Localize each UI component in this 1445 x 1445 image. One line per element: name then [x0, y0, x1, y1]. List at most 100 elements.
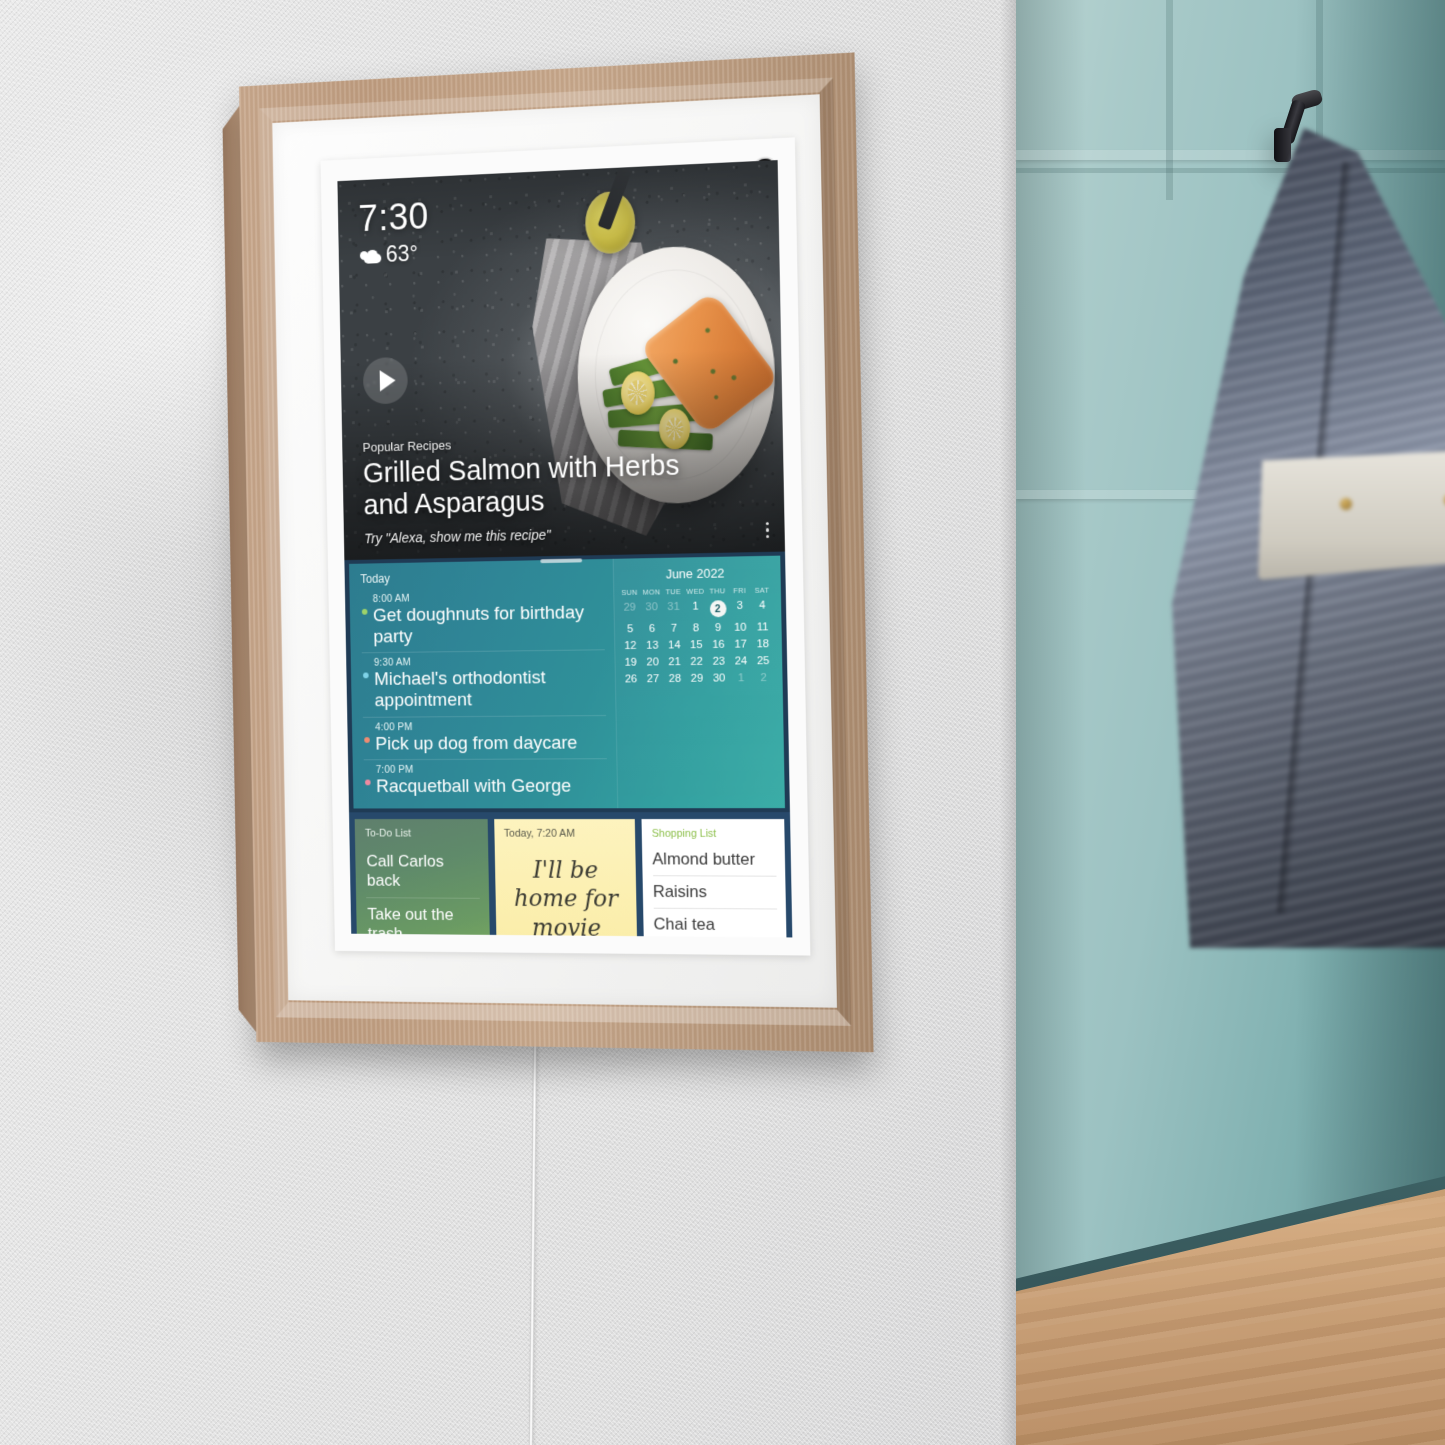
denim-jacket [1172, 128, 1445, 948]
calendar-dow: SAT [754, 585, 770, 595]
calendar-day[interactable]: 27 [642, 673, 664, 685]
calendar-day[interactable]: 22 [686, 656, 708, 668]
calendar-day-number: 11 [756, 621, 769, 634]
todo-list-widget[interactable]: To-Do List Call Carlos back Take out the … [354, 819, 492, 938]
agenda-event[interactable]: 8:00 AM Get doughnuts for birthday party [360, 585, 606, 654]
calendar-day-number: 5 [626, 623, 634, 636]
partly-cloudy-icon [359, 247, 382, 264]
alexa-tip: Try "Alexa, show me this recipe" [364, 526, 551, 547]
calendar-day[interactable]: 9 [707, 622, 729, 634]
event-time: 4:00 PM [374, 721, 413, 733]
calendar-day[interactable]: 31 [662, 601, 684, 618]
agenda-panel-wrapper: Today 8:00 AM Get doughnuts for birthday … [344, 551, 790, 813]
calendar-dow: WED [686, 586, 705, 597]
shopping-item[interactable]: Raisins [652, 876, 778, 910]
calendar-day[interactable]: 18 [752, 638, 775, 650]
calendar-day[interactable]: 29 [686, 673, 708, 685]
note-body: I'll be home for movie night [513, 856, 619, 938]
calendar-day-number: 15 [690, 639, 703, 652]
calendar-day[interactable]: 15 [685, 639, 707, 651]
calendar-dow: TUE [665, 587, 682, 597]
agenda-event[interactable]: 9:30 AM Michael's orthodontist appointmen… [361, 650, 607, 718]
calendar-day[interactable]: 2 [752, 672, 775, 684]
calendar-day[interactable]: 26 [620, 674, 642, 686]
calendar-dow: THU [709, 586, 726, 596]
calendar-day-number: 14 [668, 639, 681, 652]
calendar-day-number: 24 [734, 655, 748, 668]
event-dot [364, 736, 370, 743]
calendar-day[interactable]: 13 [641, 640, 663, 652]
calendar-day[interactable]: 14 [663, 639, 685, 652]
calendar-title: June 2022 [665, 565, 725, 582]
agenda-event[interactable]: 7:00 PM Racquetball with George [364, 760, 608, 803]
calendar-day-number: 7 [670, 622, 678, 635]
calendar-day[interactable]: 10 [729, 622, 751, 634]
shopping-list-widget[interactable]: Shopping List Almond butter Raisins Chai t… [641, 819, 788, 938]
calendar-day-number: 29 [690, 672, 704, 685]
display-screen[interactable]: 7:30 63° Popular Recipes Grilled Salmon … [337, 160, 793, 938]
event-dot [364, 779, 371, 786]
agenda-calendar-widget[interactable]: Today 8:00 AM Get doughnuts for birthday … [349, 555, 785, 809]
calendar-day[interactable]: 23 [708, 656, 730, 668]
drag-handle[interactable] [540, 558, 583, 564]
calendar-day[interactable]: 24 [730, 655, 752, 668]
calendar-day[interactable]: 21 [664, 656, 686, 668]
calendar-day[interactable]: 20 [642, 657, 664, 669]
calendar-dow: SUN [621, 587, 638, 598]
calendar-day[interactable]: 19 [620, 657, 642, 669]
note-timestamp: Today, 7:20 AM [503, 827, 576, 840]
calendar-grid[interactable]: SUN MON TUE WED THU FRI SAT 29 30 31 1 2 3 4 5 6 7 8 9 10 11… [618, 586, 774, 686]
calendar-day-number: 1 [738, 672, 745, 685]
jacket-pocket [1258, 450, 1445, 580]
calendar-day-number: 16 [712, 638, 725, 652]
calendar-widget[interactable]: June 2022 SUN MON TUE WED THU FRI SAT 29 30 31 1 2 3… [613, 555, 785, 809]
calendar-day[interactable]: 29 [619, 602, 641, 619]
event-title: Get doughnuts for birthday party [372, 602, 585, 648]
calendar-day[interactable]: 8 [685, 622, 707, 635]
agenda-label: Today [360, 571, 391, 586]
todo-list-label: To-Do List [364, 827, 411, 840]
agenda-event[interactable]: 4:00 PM Pick up dog from daycare [362, 715, 608, 761]
shopping-item[interactable]: Almond butter [652, 843, 777, 877]
recipe-hero-card[interactable]: 7:30 63° Popular Recipes Grilled Salmon … [337, 160, 786, 561]
scene-root: 7:30 63° Popular Recipes Grilled Salmon … [0, 0, 1445, 1445]
calendar-day-number: 27 [646, 673, 660, 686]
calendar-dow: MON [642, 587, 661, 597]
calendar-day[interactable]: 12 [619, 640, 641, 652]
calendar-day-number: 9 [714, 622, 722, 635]
sticky-note-widget[interactable]: Today, 7:20 AM I'll be home for movie ni… [494, 819, 638, 938]
temperature-value: 63° [385, 240, 419, 267]
calendar-day-today[interactable]: 2 [707, 600, 729, 618]
todo-item[interactable]: Take out the trash [366, 898, 481, 938]
calendar-day-number: 1 [692, 600, 699, 613]
calendar-day-number: 2 [709, 600, 727, 618]
calendar-day[interactable]: 7 [663, 623, 685, 635]
kebab-menu-icon[interactable] [765, 521, 770, 539]
calendar-day-number: 29 [623, 601, 636, 614]
calendar-day[interactable]: 6 [641, 623, 663, 635]
calendar-day[interactable]: 4 [751, 600, 774, 617]
calendar-day[interactable]: 3 [729, 600, 752, 617]
calendar-day-number: 30 [712, 672, 726, 685]
event-title: Michael's orthodontist appointment [374, 668, 546, 712]
wood-picture-frame: 7:30 63° Popular Recipes Grilled Salmon … [238, 52, 874, 1053]
calendar-day[interactable]: 5 [619, 623, 641, 635]
calendar-day[interactable]: 30 [641, 601, 663, 618]
agenda-event-list[interactable]: Today 8:00 AM Get doughnuts for birthday … [349, 559, 618, 809]
todo-item[interactable]: Call Carlos back [365, 845, 480, 899]
calendar-day[interactable]: 1 [684, 601, 706, 618]
event-dot [363, 672, 369, 679]
calendar-day[interactable]: 16 [707, 639, 729, 651]
calendar-day-number: 30 [645, 601, 658, 614]
calendar-day[interactable]: 25 [752, 655, 775, 667]
calendar-day[interactable]: 11 [751, 621, 774, 634]
calendar-day[interactable]: 30 [708, 673, 730, 685]
play-icon[interactable] [362, 356, 409, 405]
calendar-day-number: 21 [668, 656, 681, 669]
calendar-day[interactable]: 1 [730, 672, 752, 684]
calendar-day[interactable]: 28 [664, 673, 686, 685]
recipe-title: Grilled Salmon with Herbs and Asparagus [362, 450, 680, 521]
calendar-day-number: 28 [668, 673, 682, 686]
calendar-day[interactable]: 17 [729, 639, 751, 651]
shopping-item[interactable]: Chai tea [653, 908, 778, 938]
